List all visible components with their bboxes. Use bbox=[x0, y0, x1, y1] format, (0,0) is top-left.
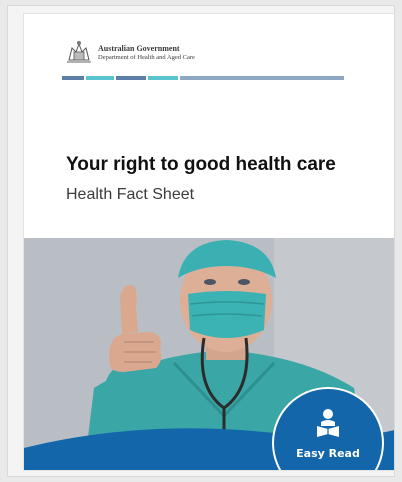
government-logo: Australian Government Department of Heal… bbox=[64, 38, 244, 72]
department-name: Department of Health and Aged Care bbox=[98, 54, 195, 61]
title-block: Your right to good health care Health Fa… bbox=[66, 154, 386, 204]
document-title: Your right to good health care bbox=[66, 154, 336, 175]
coat-of-arms-icon bbox=[67, 41, 91, 63]
government-name: Australian Government bbox=[98, 44, 180, 53]
document-viewer: Australian Government Department of Heal… bbox=[8, 6, 394, 476]
easy-read-label: Easy Read bbox=[296, 447, 360, 460]
document-cover-page: Australian Government Department of Heal… bbox=[24, 14, 394, 470]
document-subtitle: Health Fact Sheet bbox=[66, 186, 195, 203]
reader-icon bbox=[317, 409, 339, 437]
brand-stripe bbox=[62, 76, 344, 80]
